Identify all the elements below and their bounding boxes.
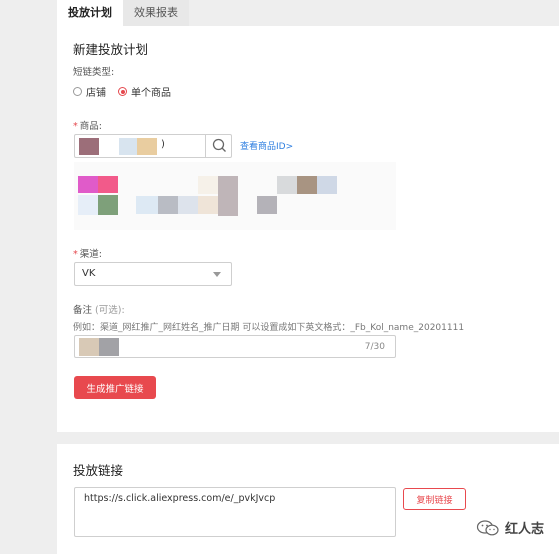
link-type-radio-group: 店铺 单个商品 [73, 84, 171, 99]
wechat-icon [476, 519, 499, 535]
required-mark: * [73, 249, 78, 260]
generate-link-button[interactable]: 生成推广链接 [74, 376, 156, 399]
required-mark: * [73, 121, 78, 132]
chevron-down-icon [213, 272, 221, 277]
blurred-text [257, 196, 277, 214]
remark-hint: 例如：渠道_网红推广_网红姓名_推广日期 可以设置成如下英文格式：_Fb_Kol… [73, 323, 465, 333]
product-search-button[interactable] [205, 134, 232, 158]
blurred-text [119, 138, 137, 155]
channel-select[interactable]: VK [74, 262, 232, 286]
product-label: * 商品: [73, 121, 102, 132]
tab-campaign-plan[interactable]: 投放计划 [57, 0, 123, 26]
blurred-text [198, 176, 218, 194]
radio-single-product[interactable] [118, 87, 127, 96]
result-title: 投放链接 [73, 463, 124, 478]
blurred-text [137, 138, 157, 155]
watermark-text: 红人志 [505, 522, 545, 537]
result-link-text: https://s.click.aliexpress.com/e/_pvkJvc… [84, 493, 276, 504]
watermark: 红人志 [476, 518, 544, 537]
blurred-text [178, 196, 198, 214]
blurred-text [79, 138, 99, 155]
remark-label: 备注 (可选): [73, 305, 125, 316]
blurred-image [78, 195, 98, 215]
blurred-text [158, 196, 178, 214]
radio-store-label: 店铺 [86, 88, 106, 99]
radio-single-product-label: 单个商品 [131, 88, 171, 99]
link-type-label: 短链类型: [73, 67, 115, 78]
channel-select-value: VK [82, 268, 96, 279]
blurred-text [218, 176, 238, 216]
channel-label: * 渠道: [73, 249, 102, 260]
product-preview [74, 162, 396, 230]
blurred-text [136, 196, 158, 214]
blurred-text [317, 176, 337, 194]
result-link-textarea[interactable]: https://s.click.aliexpress.com/e/_pvkJvc… [74, 487, 396, 537]
product-input[interactable]: ) [74, 134, 232, 158]
blurred-text [198, 196, 218, 214]
view-product-id-link[interactable]: 查看商品ID> [240, 139, 293, 152]
blurred-text [99, 338, 119, 356]
product-input-suffix: ) [161, 139, 165, 150]
blurred-image [98, 176, 118, 193]
blurred-image [78, 176, 98, 193]
tab-bar: 投放计划 效果报表 [57, 0, 189, 26]
blurred-text [79, 338, 99, 356]
create-plan-panel: 新建投放计划 短链类型: 店铺 单个商品 * 商品: ) 查看商品ID> * 渠… [57, 26, 559, 432]
radio-store[interactable] [73, 87, 82, 96]
result-link-panel: 投放链接 https://s.click.aliexpress.com/e/_p… [57, 444, 559, 554]
blurred-image [98, 195, 118, 215]
tab-performance-report[interactable]: 效果报表 [123, 0, 189, 26]
blurred-text [297, 176, 317, 194]
form-title: 新建投放计划 [73, 42, 149, 57]
remark-char-counter: 7/30 [364, 342, 385, 352]
copy-link-button[interactable]: 复制链接 [403, 488, 466, 510]
remark-input[interactable]: 7/30 [74, 335, 396, 358]
search-icon [212, 138, 226, 152]
blurred-text [277, 176, 297, 194]
